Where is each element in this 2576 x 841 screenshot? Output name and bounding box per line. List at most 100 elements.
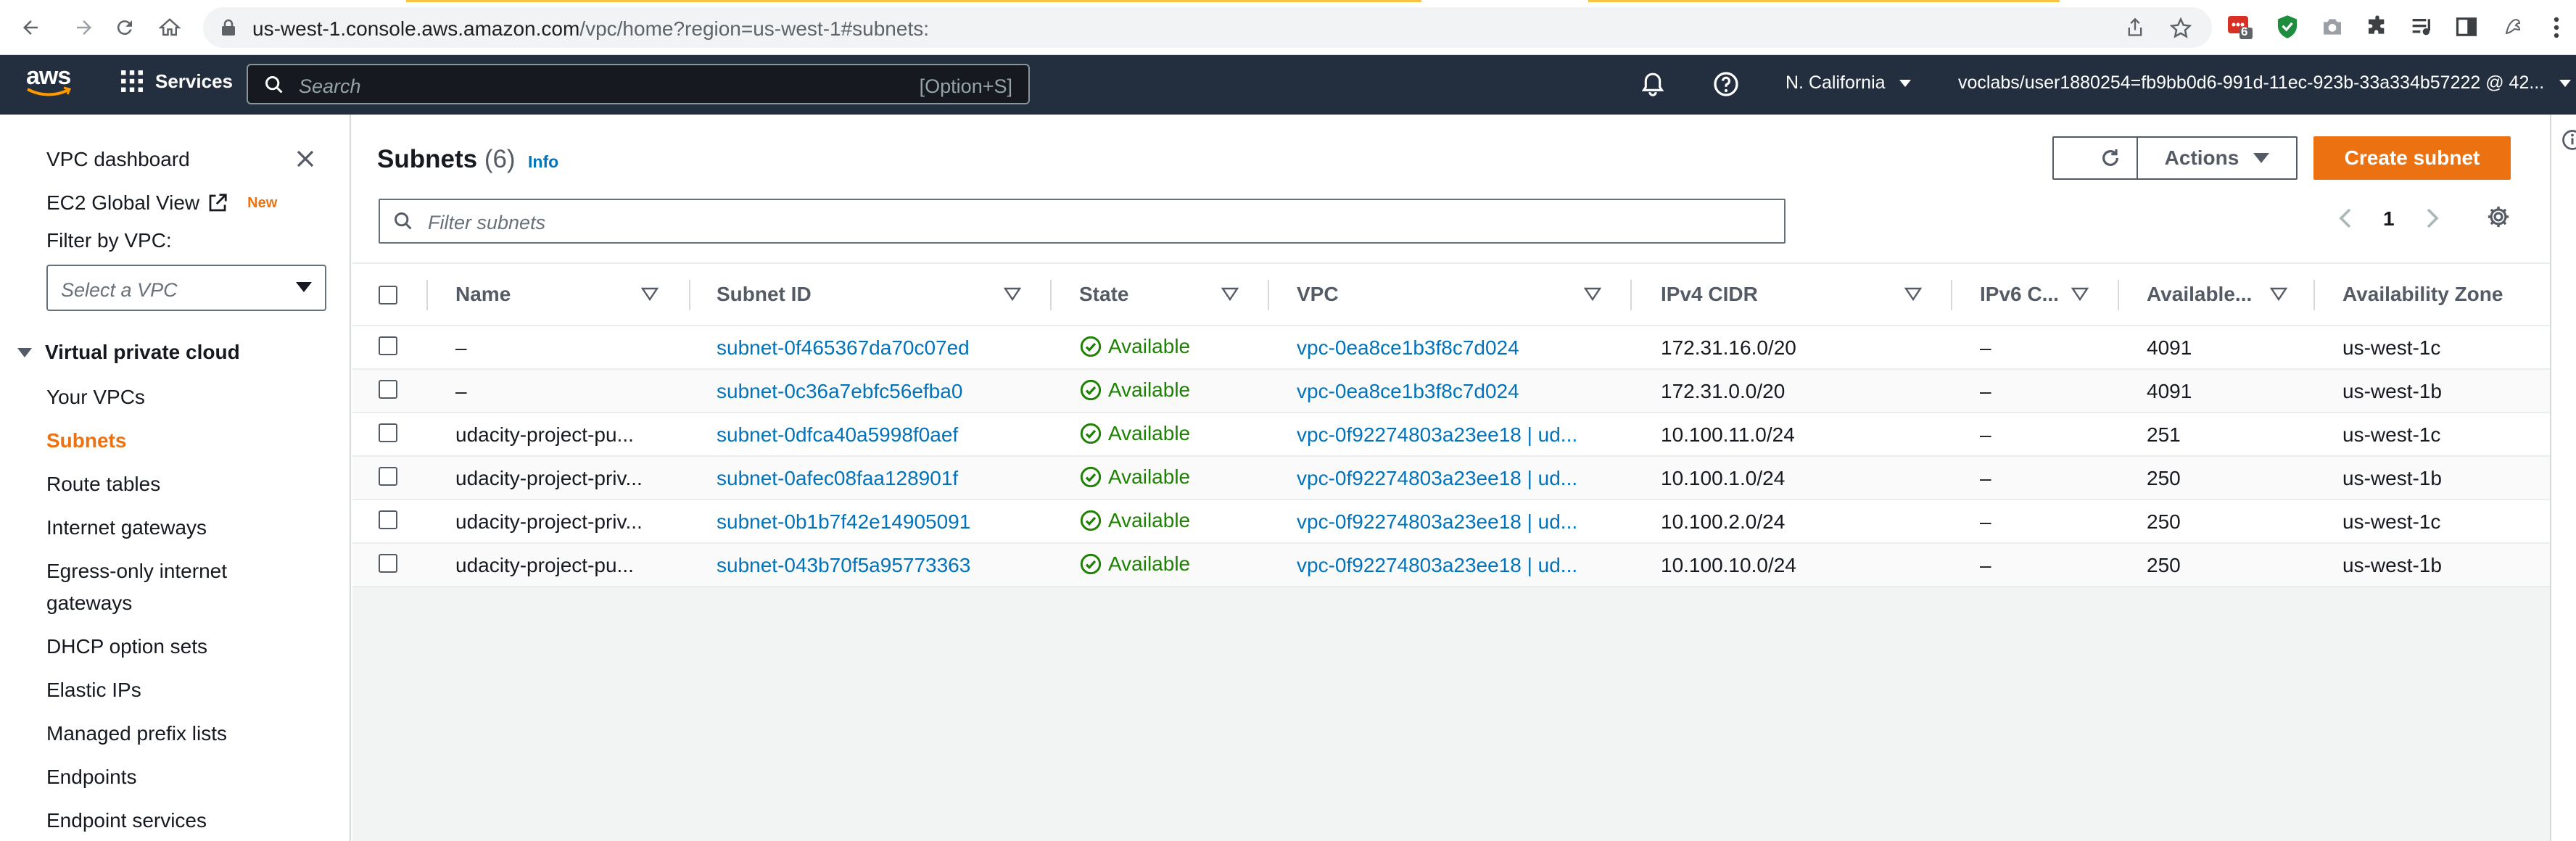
console-search-input[interactable]: Search [Option+S] [247,64,1030,104]
cell-vpc-link[interactable]: vpc-0ea8ce1b3f8c7d024 [1297,380,1519,403]
sidebar-item-elastic-ips[interactable]: Elastic IPs [46,679,141,702]
column-header-ipv6-cidr[interactable]: IPv6 C... [1980,264,2059,325]
cell-subnet-id-link[interactable]: subnet-0afec08faa128901f [717,467,958,490]
row-checkbox[interactable] [379,336,397,355]
cell-availability-zone: us-west-1b [2342,554,2442,576]
sort-icon[interactable] [1584,287,1601,302]
column-header-available-ips[interactable]: Available... [2147,264,2252,325]
camera-icon[interactable] [2321,16,2344,38]
select-all-checkbox[interactable] [379,286,397,304]
region-selector[interactable]: N. California [1786,72,1911,94]
sidebar-item-managed-prefix-lists[interactable]: Managed prefix lists [46,722,227,745]
cell-vpc-link[interactable]: vpc-0f92274803a23ee18 | ud... [1297,554,1577,577]
previous-page-icon[interactable] [2337,207,2354,229]
cell-subnet-id-link[interactable]: subnet-0dfca40a5998f0aef [717,423,958,447]
cell-availability-zone: us-west-1b [2342,467,2442,489]
row-checkbox[interactable] [379,380,397,399]
next-page-icon[interactable] [2424,207,2441,229]
vpc-filter-select[interactable]: Select a VPC [46,265,326,311]
notifications-bell-icon[interactable] [1640,71,1665,97]
sort-icon[interactable] [1904,287,1922,302]
info-link[interactable]: Info [528,152,558,172]
extensions-puzzle-icon[interactable] [2366,14,2389,38]
side-panel-icon[interactable] [2456,16,2477,38]
sidebar-item-subnets[interactable]: Subnets [46,429,126,452]
cell-subnet-id-link[interactable]: subnet-0f465367da70c07ed [717,336,970,360]
bookmark-star-icon[interactable] [2170,17,2192,39]
sidebar-item-ec2-global-view[interactable]: EC2 Global View New [46,191,277,215]
search-icon [264,75,284,95]
home-icon[interactable] [152,10,187,45]
column-header-name[interactable]: Name [455,264,511,325]
cell-vpc-link[interactable]: vpc-0f92274803a23ee18 | ud... [1297,467,1577,490]
shield-extension-icon[interactable] [2276,14,2299,39]
current-page[interactable]: 1 [2383,207,2395,231]
main-content: Subnets (6) Info Actions Create subnet F… [352,115,2550,841]
close-icon[interactable] [294,148,316,170]
cell-vpc-link[interactable]: vpc-0ea8ce1b3f8c7d024 [1297,336,1519,360]
column-header-ipv4-cidr[interactable]: IPv4 CIDR [1661,264,1758,325]
check-circle-icon [1080,466,1102,488]
sidebar-item-endpoint-services[interactable]: Endpoint services [46,809,207,832]
cell-ipv4-cidr: 172.31.16.0/20 [1661,336,1796,359]
sort-icon[interactable] [641,287,659,302]
actions-button[interactable]: Actions [2137,136,2298,180]
cell-vpc-link[interactable]: vpc-0f92274803a23ee18 | ud... [1297,510,1577,534]
sidebar-section-virtual-private-cloud[interactable]: Virtual private cloud [17,341,240,364]
sort-icon[interactable] [1004,287,1021,302]
filter-subnets-input[interactable]: Filter subnets [379,199,1786,244]
column-divider [1268,280,1269,310]
cell-available-ips: 251 [2147,423,2181,446]
sidebar-item-internet-gateways[interactable]: Internet gateways [46,516,207,539]
row-checkbox[interactable] [379,423,397,442]
reload-icon[interactable] [107,10,142,45]
forward-icon[interactable] [67,10,102,45]
column-header-availability-zone[interactable]: Availability Zone [2342,264,2503,325]
browser-menu-icon[interactable] [2553,16,2560,39]
media-queue-icon[interactable] [2411,16,2434,38]
info-circle-icon[interactable] [2561,129,2576,151]
back-icon[interactable] [13,10,48,45]
column-header-subnet-id[interactable]: Subnet ID [717,264,812,325]
sidebar-item-your-vpcs[interactable]: Your VPCs [46,386,145,409]
table-row[interactable]: udacity-project-pu... subnet-043b70f5a95… [352,544,2550,587]
settings-gear-icon[interactable] [2486,204,2511,229]
sidebar-item-route-tables[interactable]: Route tables [46,473,160,496]
row-checkbox[interactable] [379,554,397,573]
sort-icon[interactable] [2071,287,2089,302]
row-checkbox[interactable] [379,467,397,486]
table-row[interactable]: – subnet-0f465367da70c07ed Available vpc… [352,326,2550,370]
cell-subnet-id-link[interactable]: subnet-0c36a7ebfc56efba0 [717,380,962,403]
cell-subnet-id-link[interactable]: subnet-0b1b7f42e14905091 [717,510,970,534]
cell-subnet-id-link[interactable]: subnet-043b70f5a95773363 [717,554,970,577]
tools-panel-rail [2550,115,2576,841]
table-row[interactable]: – subnet-0c36a7ebfc56efba0 Available vpc… [352,370,2550,413]
cell-availability-zone: us-west-1c [2342,336,2441,359]
cell-name: udacity-project-priv... [455,467,643,489]
sidebar-item-egress-only-gateways[interactable]: Egress-only internet [46,560,227,583]
table-row[interactable]: udacity-project-pu... subnet-0dfca40a599… [352,413,2550,457]
address-bar[interactable]: us-west-1.console.aws.amazon.com/vpc/hom… [203,7,2212,48]
help-icon[interactable] [1713,71,1739,97]
sort-icon[interactable] [2270,287,2287,302]
column-header-vpc[interactable]: VPC [1297,264,1339,325]
row-checkbox[interactable] [379,510,397,529]
share-icon[interactable] [2125,17,2145,38]
aws-logo[interactable]: aws [26,62,73,98]
table-row[interactable]: udacity-project-priv... subnet-0b1b7f42e… [352,500,2550,544]
sort-icon[interactable] [1221,287,1239,302]
cell-vpc-link[interactable]: vpc-0f92274803a23ee18 | ud... [1297,423,1577,447]
sidebar-item-endpoints[interactable]: Endpoints [46,766,137,789]
column-divider [2313,280,2315,310]
create-subnet-button[interactable]: Create subnet [2313,136,2511,180]
account-menu[interactable]: voclabs/user1880254=fb9bb0d6-991d-11ec-9… [1958,72,2572,94]
lock-icon[interactable] [220,19,236,36]
column-header-state[interactable]: State [1079,264,1128,325]
table-row[interactable]: udacity-project-priv... subnet-0afec08fa… [352,457,2550,500]
profile-avatar[interactable] [2498,10,2528,41]
sidebar-item-dhcp-option-sets[interactable]: DHCP option sets [46,635,207,658]
extension-red-icon[interactable]: 6 [2228,14,2253,39]
sidebar-item-vpc-dashboard[interactable]: VPC dashboard [46,148,190,171]
sidebar-item-egress-only-gateways-line2[interactable]: gateways [46,592,132,615]
services-menu[interactable]: Services [120,70,233,93]
